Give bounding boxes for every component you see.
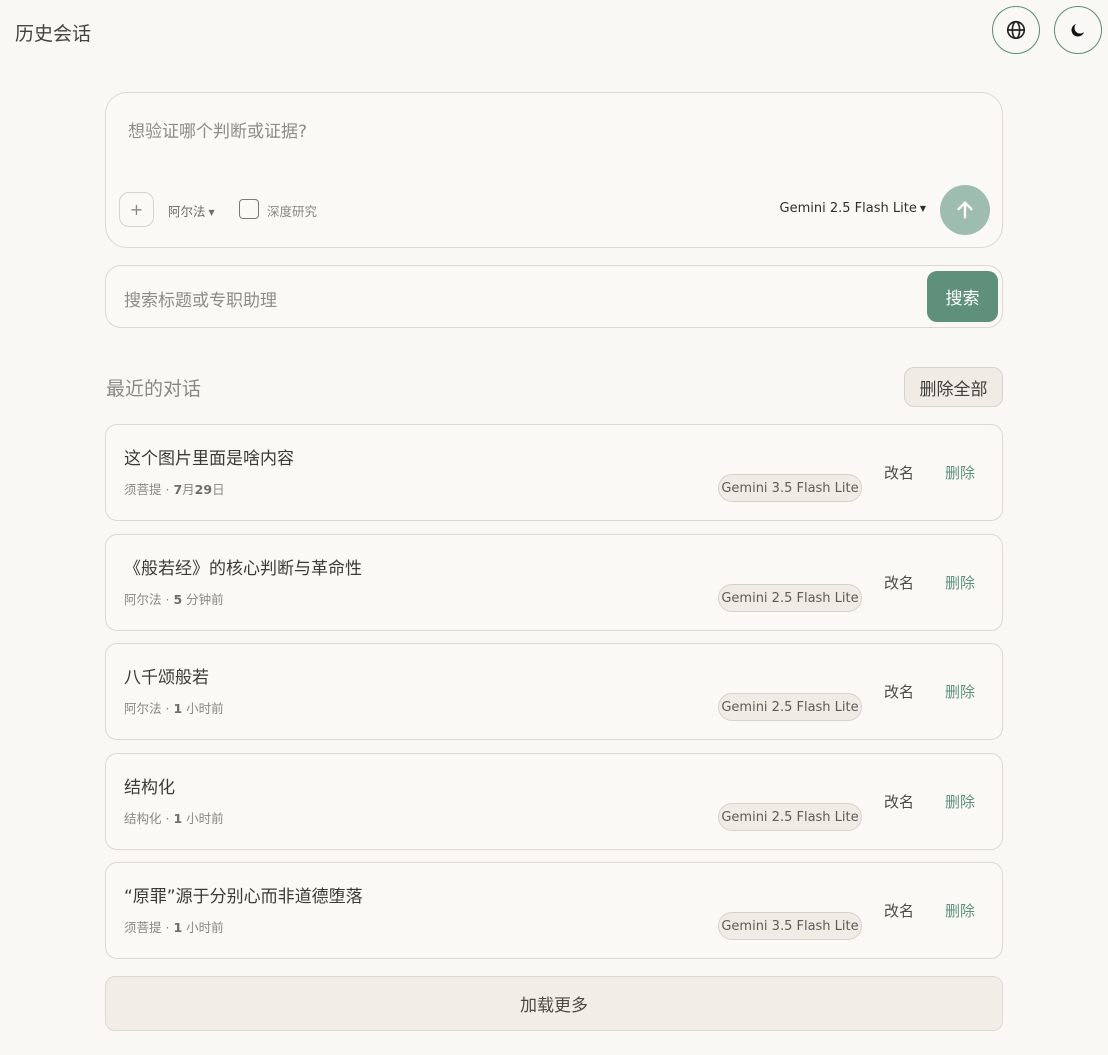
conversation-card[interactable]: “原罪”源于分别心而非道德堕落须菩提 · 1 小时前 Gemini 3.5 Fla… (105, 862, 1003, 959)
meta-separator: · (161, 811, 174, 826)
conversation-assistant: 须菩提 (124, 482, 162, 497)
conversation-meta: 结构化 · 1 小时前 (124, 808, 224, 827)
conversation-time-unit: 分钟前 (182, 592, 224, 607)
recent-section-title: 最近的对话 (106, 378, 202, 400)
model-badge: Gemini 3.5 Flash Lite (718, 912, 862, 940)
conversation-time-number: 1 (173, 811, 183, 826)
delete-all-button[interactable]: 删除全部 (904, 367, 1003, 407)
rename-button[interactable]: 改名 (884, 462, 914, 483)
conversation-time-unit: 小时前 (182, 701, 224, 716)
meta-separator: · (161, 592, 174, 607)
caret-down-icon: ▼ (208, 208, 215, 217)
moon-icon (1071, 24, 1084, 37)
theme-toggle-button[interactable] (1054, 6, 1102, 54)
conversation-time-unit: 日 (212, 482, 225, 497)
assistant-select-label: 阿尔法 (168, 204, 206, 219)
deep-research-label: 深度研究 (267, 204, 318, 219)
attach-button[interactable]: + (119, 192, 154, 227)
conversation-meta: 阿尔法 · 5 分钟前 (124, 589, 224, 608)
delete-button[interactable]: 删除 (945, 462, 975, 483)
conversation-time-number: 7 (173, 482, 183, 497)
model-select-label: Gemini 2.5 Flash Lite (779, 201, 917, 216)
conversation-meta: 阿尔法 · 1 小时前 (124, 698, 224, 717)
conversation-assistant: 阿尔法 (124, 701, 162, 716)
conversation-card[interactable]: 这个图片里面是啥内容须菩提 · 7月29日 Gemini 3.5 Flash Li… (105, 424, 1003, 521)
caret-down-icon: ▼ (919, 204, 926, 213)
conversation-card[interactable]: 《般若经》的核心判断与革命性阿尔法 · 5 分钟前 Gemini 2.5 Flas… (105, 534, 1003, 631)
model-badge: Gemini 3.5 Flash Lite (718, 474, 862, 502)
page-title: 历史会话 (15, 23, 92, 45)
question-input[interactable]: 想验证哪个判断或证据? (128, 117, 307, 142)
conversation-assistant: 阿尔法 (124, 592, 162, 607)
rename-button[interactable]: 改名 (884, 681, 914, 702)
model-badge: Gemini 2.5 Flash Lite (718, 693, 862, 721)
meta-separator: · (161, 482, 174, 497)
conversation-meta: 须菩提 · 1 小时前 (124, 917, 224, 936)
load-more-button[interactable]: 加载更多 (105, 976, 1003, 1031)
globe-icon (1006, 20, 1026, 40)
conversation-assistant: 结构化 (124, 811, 162, 826)
conversation-time-mid: 月 (182, 482, 195, 497)
deep-research-checkbox[interactable] (239, 199, 259, 219)
meta-separator: · (161, 920, 174, 935)
conversation-title[interactable]: 结构化 (124, 773, 175, 798)
conversation-time-number: 1 (173, 920, 183, 935)
rename-button[interactable]: 改名 (884, 900, 914, 921)
conversation-title[interactable]: 八千颂般若 (124, 663, 209, 688)
send-button[interactable] (940, 185, 990, 235)
conversation-time-unit: 小时前 (182, 811, 224, 826)
conversation-time-number2: 29 (194, 482, 213, 497)
model-badge: Gemini 2.5 Flash Lite (718, 584, 862, 612)
arrow-up-icon (957, 201, 973, 219)
conversation-card[interactable]: 结构化 结构化 · 1 小时前 Gemini 2.5 Flash Lite 改名 删除 (105, 753, 1003, 850)
rename-button[interactable]: 改名 (884, 572, 914, 593)
conversation-meta: 须菩提 · 7月29日 (124, 479, 225, 498)
model-badge: Gemini 2.5 Flash Lite (718, 803, 862, 831)
rename-button[interactable]: 改名 (884, 791, 914, 812)
language-button[interactable] (992, 6, 1040, 54)
conversation-card[interactable]: 八千颂般若阿尔法 · 1 小时前 Gemini 2.5 Flash Lite 改名 删… (105, 643, 1003, 740)
delete-button[interactable]: 删除 (945, 791, 975, 812)
conversation-time-number: 5 (173, 592, 183, 607)
conversation-time-unit: 小时前 (182, 920, 224, 935)
assistant-select[interactable]: 阿尔法 ▼ (168, 201, 215, 220)
delete-button[interactable]: 删除 (945, 900, 975, 921)
search-input[interactable]: 搜索标题或专职助理 (124, 286, 277, 311)
plus-icon: + (129, 200, 144, 219)
delete-button[interactable]: 删除 (945, 681, 975, 702)
search-button[interactable]: 搜索 (927, 271, 998, 322)
conversation-title[interactable]: 这个图片里面是啥内容 (124, 444, 294, 469)
conversation-title[interactable]: “原罪”源于分别心而非道德堕落 (124, 882, 363, 907)
delete-button[interactable]: 删除 (945, 572, 975, 593)
meta-separator: · (161, 701, 174, 716)
model-select[interactable]: Gemini 2.5 Flash Lite ▼ (780, 201, 926, 216)
conversation-time-number: 1 (173, 701, 183, 716)
search-bar: 搜索标题或专职助理 搜索 (105, 265, 1003, 328)
conversation-title[interactable]: 《般若经》的核心判断与革命性 (124, 554, 362, 579)
conversation-assistant: 须菩提 (124, 920, 162, 935)
composer: 想验证哪个判断或证据? + 阿尔法 ▼ 深度研究 Gemini 2.5 Flash… (105, 92, 1003, 248)
